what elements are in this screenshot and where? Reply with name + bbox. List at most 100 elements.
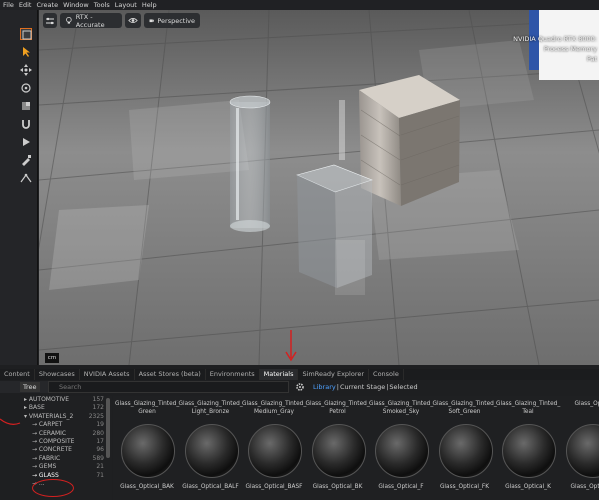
- material-title: Glass_Glazing_Tinted_ Green: [115, 401, 180, 415]
- tab-asset-stores-beta[interactable]: Asset Stores (beta): [135, 369, 206, 380]
- menu-file[interactable]: File: [3, 1, 14, 9]
- tree-item-count: 17: [96, 437, 104, 445]
- material-title: Glass_Glazing_Tinted_ Soft_Green: [432, 401, 497, 415]
- current-stage-filter[interactable]: Current Stage: [340, 383, 385, 391]
- tree-item[interactable]: → CARPET 19: [20, 421, 112, 429]
- tree-item[interactable]: → FABRIC 589: [20, 455, 112, 463]
- tree-item-count: 21: [96, 463, 104, 471]
- material-card[interactable]: Glass_Optic Glass_Optical_: [560, 396, 599, 500]
- hud-memory: Process Memory: [543, 45, 597, 53]
- material-card[interactable]: Glass_Glazing_Tinted_ Green Glass_Optical…: [115, 396, 179, 500]
- sliders-icon: [46, 17, 54, 24]
- tree-scrollbar[interactable]: [106, 398, 110, 458]
- tab-simready-explorer[interactable]: SimReady Explorer: [298, 369, 370, 380]
- tree-item[interactable]: ▸ BASE 172: [20, 404, 112, 412]
- material-card[interactable]: Glass_Glazing_Tinted_ Medium_Gray Glass_O…: [242, 396, 306, 500]
- menu-window[interactable]: Window: [63, 1, 89, 9]
- material-thumbnail[interactable]: [438, 424, 493, 478]
- lightbulb-icon: [66, 17, 72, 24]
- tree-item-label: ▾ VMATERIALS_2: [24, 412, 74, 420]
- move-icon[interactable]: [20, 64, 32, 76]
- select-mode-icon[interactable]: [20, 28, 32, 40]
- tree-item-count: 280: [92, 429, 104, 437]
- play-icon[interactable]: [20, 136, 32, 148]
- tree-item[interactable]: → CONCRETE 96: [20, 446, 112, 454]
- annotation-arrow-icon: [285, 330, 297, 362]
- tree-item-count: 2325: [88, 412, 104, 420]
- tab-showcases[interactable]: Showcases: [35, 369, 80, 380]
- material-thumbnail[interactable]: [121, 424, 175, 478]
- tree-item-label: ▸ BASE: [24, 404, 45, 412]
- material-thumbnail[interactable]: [502, 424, 556, 478]
- scale-icon[interactable]: [20, 100, 32, 112]
- material-thumbnail[interactable]: [184, 424, 239, 478]
- tree-item[interactable]: → CERAMIC 280: [20, 430, 112, 438]
- tree-item-count: 96: [96, 446, 104, 454]
- tree-item-label: → GLASS: [32, 471, 59, 479]
- tree-item-label: ▸ AUTOMOTIVE: [24, 396, 70, 403]
- material-grid: Glass_Glazing_Tinted_ Green Glass_Optical…: [113, 396, 599, 500]
- annotation-circle: [32, 479, 74, 497]
- menu-help[interactable]: Help: [142, 1, 157, 9]
- menu-create[interactable]: Create: [36, 1, 58, 9]
- material-card[interactable]: Glass_Glazing_Tinted_ Soft_Green Glass_Op…: [433, 396, 497, 500]
- material-card[interactable]: Glass_Glazing_Tinted_ Petrol Glass_Optica…: [306, 396, 370, 500]
- tree-item[interactable]: → COMPOSITE 17: [20, 438, 112, 446]
- tab-console[interactable]: Console: [369, 369, 404, 380]
- material-thumbnail[interactable]: [375, 424, 429, 478]
- render-mode-dropdown[interactable]: RTX - Accurate: [60, 13, 122, 29]
- filter-separator: |: [386, 383, 389, 391]
- material-thumbnail[interactable]: [311, 424, 366, 478]
- material-name: Glass_Optical_K: [505, 484, 551, 490]
- material-title: Glass_Optic: [574, 401, 599, 407]
- eye-icon: [128, 18, 138, 23]
- hud-gpu: NVIDIA Quadro RTX 8000:: [513, 35, 597, 43]
- tab-nvidia-assets[interactable]: NVIDIA Assets: [80, 369, 135, 380]
- filter-separator: |: [336, 383, 339, 391]
- tree-item-label: → FABRIC: [32, 454, 61, 462]
- select-arrow-icon[interactable]: [20, 46, 32, 58]
- menu-layout[interactable]: Layout: [115, 1, 137, 9]
- viewport[interactable]: RTX - Accurate Perspective NVIDIA Quadro…: [39, 10, 599, 365]
- tree-item[interactable]: → GLASS 71: [20, 472, 112, 480]
- search-input[interactable]: Search: [48, 381, 289, 393]
- camera-label: Perspective: [157, 16, 195, 25]
- tree-item[interactable]: ▾ VMATERIALS_2 2325: [20, 413, 112, 421]
- visibility-button[interactable]: [125, 13, 141, 28]
- library-filter-bar: Library | Current Stage | Selected: [313, 383, 419, 391]
- material-card[interactable]: Glass_Glazing_Tinted_ Teal Glass_Optical_…: [496, 396, 560, 500]
- material-card[interactable]: Glass_Glazing_Tinted_ Light_Bronze Glass_…: [179, 396, 243, 500]
- tab-content[interactable]: Content: [0, 369, 35, 380]
- menu-tools[interactable]: Tools: [94, 1, 110, 9]
- material-name: Glass_Optical_BASF: [245, 484, 303, 490]
- tree-item-count: 71: [96, 471, 104, 479]
- tree-toggle-button[interactable]: Tree: [20, 382, 40, 392]
- snap-icon[interactable]: [20, 118, 32, 130]
- tree-item[interactable]: → GEMS 21: [20, 463, 112, 471]
- measure-icon[interactable]: [20, 172, 32, 184]
- tree-item-label: → CERAMIC: [32, 429, 67, 437]
- material-name: Glass_Optical_BALF: [182, 484, 239, 490]
- selected-filter[interactable]: Selected: [389, 383, 417, 391]
- tree-item-count: 172: [92, 404, 104, 412]
- material-thumbnail[interactable]: [565, 424, 599, 478]
- camera-dropdown[interactable]: Perspective: [144, 13, 200, 28]
- tab-materials[interactable]: Materials: [259, 369, 299, 380]
- rotate-icon[interactable]: [20, 82, 32, 94]
- material-title: Glass_Glazing_Tinted_ Petrol: [305, 401, 370, 415]
- menu-edit[interactable]: Edit: [19, 1, 32, 9]
- material-name: Glass_Optical_BK: [312, 484, 363, 490]
- material-title: Glass_Glazing_Tinted_ Light_Bronze: [178, 401, 243, 415]
- gear-icon[interactable]: [295, 382, 305, 392]
- paint-icon[interactable]: [20, 154, 32, 166]
- viewport-settings-button[interactable]: [43, 13, 57, 28]
- material-thumbnail[interactable]: [248, 424, 302, 478]
- library-filter[interactable]: Library: [313, 383, 336, 391]
- material-card[interactable]: Glass_Glazing_Tinted_ Smoked_Sky Glass_Op…: [369, 396, 433, 500]
- hud-stats: NVIDIA Quadro RTX 8000: Process Memory P…: [513, 34, 599, 64]
- tree-item[interactable]: ▸ AUTOMOTIVE 157: [20, 396, 112, 404]
- material-title: Glass_Glazing_Tinted_ Teal: [496, 401, 561, 415]
- tab-environments[interactable]: Environments: [206, 369, 260, 380]
- left-toolbar: [0, 10, 38, 365]
- tree-item-label: → CARPET: [32, 421, 63, 429]
